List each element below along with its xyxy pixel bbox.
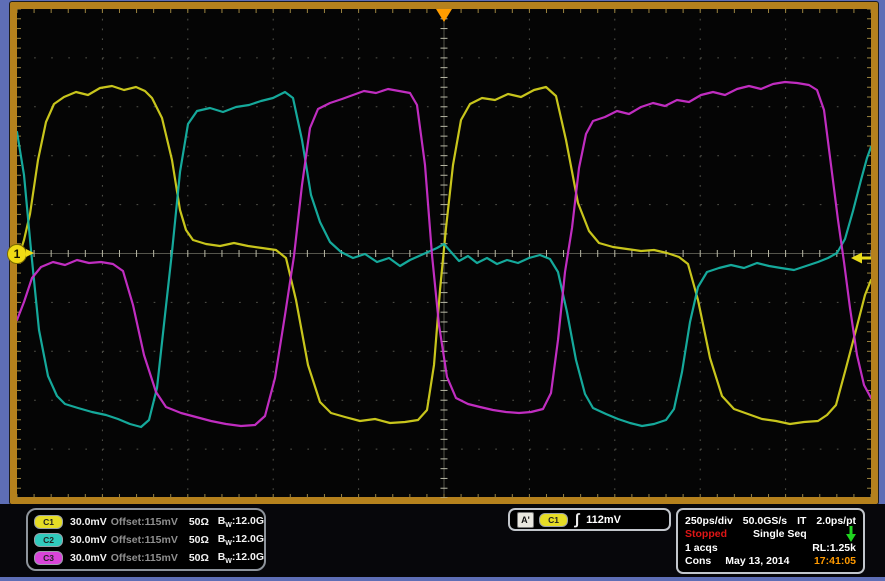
oscilloscope-screen: 1 C1 30.0mV Offset:115mV 50Ω BW:12.0G C2… xyxy=(0,0,885,581)
c3-bandwidth: BW:12.0G xyxy=(218,551,264,565)
acq-count: 1 acqs xyxy=(685,542,718,554)
run-status: Stopped xyxy=(685,528,727,540)
timebase-row: 250ps/div 50.0GS/s IT 2.0ps/pt xyxy=(685,514,856,527)
trigger-level-value: 112mV xyxy=(586,514,621,526)
sample-rate-value: 50.0GS/s xyxy=(743,515,787,527)
acquisition-panel[interactable]: 250ps/div 50.0GS/s IT 2.0ps/pt Stopped S… xyxy=(676,508,865,574)
date-value: May 13, 2014 xyxy=(725,555,789,567)
trigger-level-line xyxy=(862,257,871,260)
channel-c3-badge[interactable]: C3 xyxy=(34,551,63,565)
c2-offset: Offset:115mV xyxy=(111,534,189,546)
c3-offset: Offset:115mV xyxy=(111,552,189,564)
channel-c1-badge[interactable]: C1 xyxy=(34,515,63,529)
acq-count-row: 1 acqs RL:1.25k xyxy=(685,541,856,554)
channel-row-c1[interactable]: C1 30.0mV Offset:115mV 50Ω BW:12.0G xyxy=(34,513,264,531)
acq-mode: IT xyxy=(797,515,806,527)
trigger-readout-panel[interactable]: A' C1 ∫ 112mV xyxy=(508,508,671,531)
channel-row-c3[interactable]: C3 30.0mV Offset:115mV 50Ω BW:12.0G xyxy=(34,549,264,567)
c1-termination: 50Ω xyxy=(189,516,218,528)
channel-1-marker-arrow-icon xyxy=(26,249,34,257)
c2-termination: 50Ω xyxy=(189,534,218,546)
c3-termination: 50Ω xyxy=(189,552,218,564)
channel-1-reference-marker[interactable]: 1 xyxy=(7,244,27,264)
sequence-mode: Single Seq xyxy=(753,528,807,540)
c1-scale: 30.0mV xyxy=(70,516,111,528)
trigger-arrow-icon xyxy=(846,526,856,543)
rising-edge-icon: ∫ xyxy=(575,511,579,528)
trigger-level-arrow[interactable] xyxy=(851,253,862,264)
c1-offset: Offset:115mV xyxy=(111,516,189,528)
status-bar: C1 30.0mV Offset:115mV 50Ω BW:12.0G C2 3… xyxy=(0,504,885,577)
time-value: 17:41:05 xyxy=(814,555,856,567)
trigger-a-badge[interactable]: A' xyxy=(517,512,534,528)
waveform-display[interactable] xyxy=(17,9,871,498)
channel-c2-badge[interactable]: C2 xyxy=(34,533,63,547)
trigger-position-marker[interactable] xyxy=(436,9,452,22)
c2-bandwidth: BW:12.0G xyxy=(218,533,264,547)
console-label: Cons xyxy=(685,555,711,567)
run-status-row: Stopped Single Seq xyxy=(685,528,856,541)
c1-bandwidth: BW:12.0G xyxy=(218,515,264,529)
channel-row-c2[interactable]: C2 30.0mV Offset:115mV 50Ω BW:12.0G xyxy=(34,531,264,549)
date-time-row: Cons May 13, 2014 17:41:05 xyxy=(685,555,856,568)
record-length: RL:1.25k xyxy=(812,542,856,554)
c3-scale: 30.0mV xyxy=(70,552,111,564)
channel-readout-panel[interactable]: C1 30.0mV Offset:115mV 50Ω BW:12.0G C2 3… xyxy=(26,508,266,571)
c2-scale: 30.0mV xyxy=(70,534,111,546)
trigger-source-badge[interactable]: C1 xyxy=(539,513,568,527)
timebase-value: 250ps/div xyxy=(685,515,733,527)
